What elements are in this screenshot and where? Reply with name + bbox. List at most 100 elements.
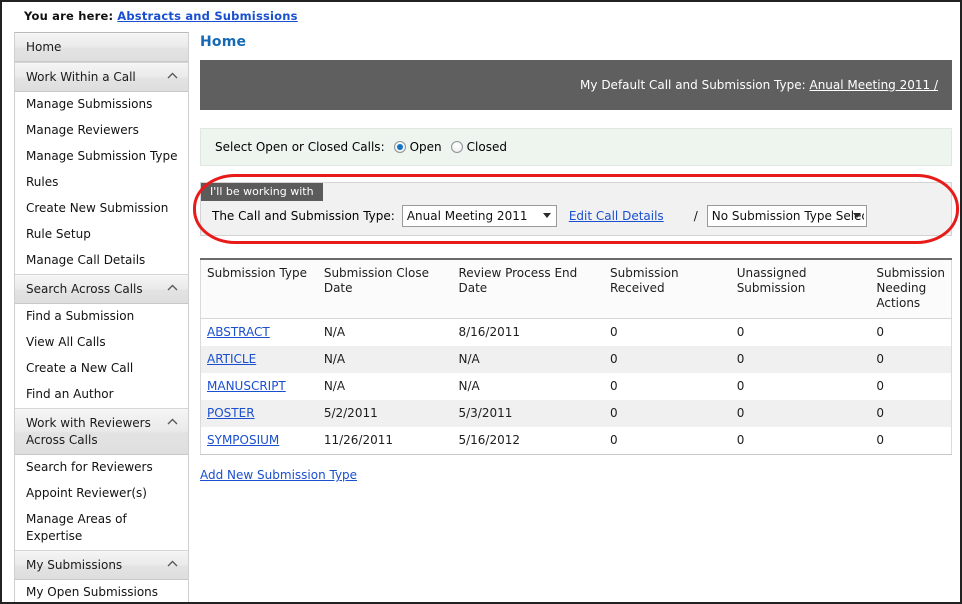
table-row: ABSTRACT N/A 8/16/2011 0 0 0	[201, 319, 952, 347]
breadcrumb-link-abstracts-and-submissions[interactable]: Abstracts and Submissions	[117, 9, 297, 23]
cell-unassigned: 0	[731, 319, 871, 347]
cell-needing-actions: 0	[870, 427, 951, 455]
working-with-row: The Call and Submission Type: Anual Meet…	[212, 205, 943, 227]
sidebar-section-label: Search Across Calls	[26, 282, 143, 296]
open-closed-label: Select Open or Closed Calls:	[215, 140, 385, 154]
default-call-link[interactable]: Anual Meeting 2011 /	[809, 78, 938, 92]
sidebar-section-my-submissions[interactable]: My Submissions	[15, 551, 188, 580]
table-row: ARTICLE N/A N/A 0 0 0	[201, 346, 952, 373]
sidebar-item-create-a-new-call[interactable]: Create a New Call	[15, 356, 188, 382]
sidebar-section-label: Work with Reviewers	[26, 416, 151, 430]
working-with-section: I'll be working with The Call and Submis…	[200, 182, 952, 236]
cell-received: 0	[604, 427, 731, 455]
separator-slash: /	[694, 209, 698, 223]
cell-submission-type: ARTICLE	[201, 346, 318, 373]
sidebar-item-manage-submissions[interactable]: Manage Submissions	[15, 92, 188, 118]
sidebar-item-view-all-calls[interactable]: View All Calls	[15, 330, 188, 356]
cell-received: 0	[604, 346, 731, 373]
sidebar-section-sublabel: Across Calls	[26, 432, 178, 449]
cell-unassigned: 0	[731, 373, 871, 400]
submission-type-select-wrapper[interactable]: No Submission Type Selected	[707, 205, 867, 227]
sidebar-section-search-across-calls[interactable]: Search Across Calls	[15, 275, 188, 304]
cell-review-end: 8/16/2011	[452, 319, 604, 347]
sidebar-section-work-with-reviewers-across-calls[interactable]: Work with Reviewers Across Calls	[15, 409, 188, 455]
sidebar-item-label: Rule Setup	[26, 227, 91, 241]
sidebar-item-label: Home	[26, 40, 61, 54]
sidebar-item-rule-setup[interactable]: Rule Setup	[15, 222, 188, 248]
cell-close-date: N/A	[318, 346, 453, 373]
sidebar-item-label: Create a New Call	[26, 361, 133, 375]
edit-call-details-link[interactable]: Edit Call Details	[569, 209, 664, 223]
cell-received: 0	[604, 319, 731, 347]
cell-close-date: 5/2/2011	[318, 400, 453, 427]
submission-type-select[interactable]: No Submission Type Selected	[707, 205, 867, 227]
cell-submission-type: MANUSCRIPT	[201, 373, 318, 400]
working-with-panel: I'll be working with The Call and Submis…	[200, 182, 952, 236]
sidebar-item-home[interactable]: Home	[15, 33, 188, 62]
radio-open[interactable]: Open	[394, 140, 442, 154]
sidebar-item-manage-areas-of-expertise[interactable]: Manage Areas of Expertise	[15, 507, 188, 550]
chevron-up-icon	[167, 284, 178, 291]
cell-close-date: N/A	[318, 319, 453, 347]
sidebar-item-manage-reviewers[interactable]: Manage Reviewers	[15, 118, 188, 144]
cell-submission-type: ABSTRACT	[201, 319, 318, 347]
sidebar-item-label: Manage Reviewers	[26, 123, 139, 137]
cell-needing-actions: 0	[870, 346, 951, 373]
submission-type-link[interactable]: ABSTRACT	[207, 325, 270, 339]
submission-type-link[interactable]: SYMPOSIUM	[207, 433, 279, 447]
sidebar-item-label: Create New Submission	[26, 201, 168, 215]
sidebar-item-label: Search for Reviewers	[26, 460, 153, 474]
default-call-label: My Default Call and Submission Type:	[580, 78, 806, 92]
sidebar-item-find-an-author[interactable]: Find an Author	[15, 382, 188, 408]
sidebar-item-appoint-reviewers[interactable]: Appoint Reviewer(s)	[15, 481, 188, 507]
column-header-submission-close-date: Submission Close Date	[318, 259, 453, 319]
sidebar-item-rules[interactable]: Rules	[15, 170, 188, 196]
table-row: MANUSCRIPT N/A N/A 0 0 0	[201, 373, 952, 400]
sidebar-section-work-within-a-call[interactable]: Work Within a Call	[15, 63, 188, 92]
sidebar-item-create-new-submission[interactable]: Create New Submission	[15, 196, 188, 222]
sidebar-item-label: Manage Submission Type	[26, 149, 178, 163]
cell-received: 0	[604, 400, 731, 427]
column-header-submission-type: Submission Type	[201, 259, 318, 319]
sidebar-item-manage-submission-type[interactable]: Manage Submission Type	[15, 144, 188, 170]
sidebar-item-manage-call-details[interactable]: Manage Call Details	[15, 248, 188, 274]
submission-type-link[interactable]: MANUSCRIPT	[207, 379, 286, 393]
radio-open-indicator[interactable]	[394, 141, 406, 153]
sidebar-item-search-for-reviewers[interactable]: Search for Reviewers	[15, 455, 188, 481]
radio-open-label: Open	[410, 140, 442, 154]
cell-submission-type: POSTER	[201, 400, 318, 427]
application-window: You are here:Abstracts and Submissions H…	[0, 0, 962, 604]
call-and-submission-type-label: The Call and Submission Type:	[212, 209, 395, 223]
cell-close-date: 11/26/2011	[318, 427, 453, 455]
cell-unassigned: 0	[731, 427, 871, 455]
default-call-bar: My Default Call and Submission Type: Anu…	[200, 60, 952, 110]
cell-needing-actions: 0	[870, 400, 951, 427]
add-new-submission-type-link[interactable]: Add New Submission Type	[200, 468, 357, 482]
submission-type-link[interactable]: ARTICLE	[207, 352, 256, 366]
working-with-legend: I'll be working with	[201, 183, 323, 201]
sidebar-item-label: View All Calls	[26, 335, 106, 349]
column-header-submission-needing-actions: Submission Needing Actions	[870, 259, 951, 319]
submission-type-link[interactable]: POSTER	[207, 406, 255, 420]
call-select[interactable]: Anual Meeting 2011	[402, 205, 557, 227]
sidebar-section-label: My Submissions	[26, 558, 122, 572]
sidebar-group-search-across-calls: Search Across Calls Find a Submission Vi…	[15, 275, 188, 409]
page-title: Home	[200, 34, 952, 50]
sidebar-item-label: Rules	[26, 175, 58, 189]
chevron-up-icon	[167, 72, 178, 79]
chevron-up-icon	[167, 560, 178, 567]
call-select-wrapper[interactable]: Anual Meeting 2011	[402, 205, 557, 227]
column-header-review-process-end-date: Review Process End Date	[452, 259, 604, 319]
sidebar-item-my-open-submissions[interactable]: My Open Submissions	[15, 580, 188, 604]
main-content: Home My Default Call and Submission Type…	[200, 34, 952, 482]
column-header-submission-received: Submission Received	[604, 259, 731, 319]
sidebar-section-label: Work Within a Call	[26, 70, 136, 84]
sidebar-item-find-a-submission[interactable]: Find a Submission	[15, 304, 188, 330]
sidebar-item-label: Manage Call Details	[26, 253, 145, 267]
sidebar-group-work-within-a-call: Work Within a Call Manage Submissions Ma…	[15, 63, 188, 275]
radio-closed[interactable]: Closed	[451, 140, 507, 154]
radio-closed-indicator[interactable]	[451, 141, 463, 153]
sidebar-group-work-with-reviewers-across-calls: Work with Reviewers Across Calls Search …	[15, 409, 188, 551]
cell-review-end: 5/16/2012	[452, 427, 604, 455]
open-closed-calls-panel: Select Open or Closed Calls: Open Closed	[200, 128, 952, 166]
